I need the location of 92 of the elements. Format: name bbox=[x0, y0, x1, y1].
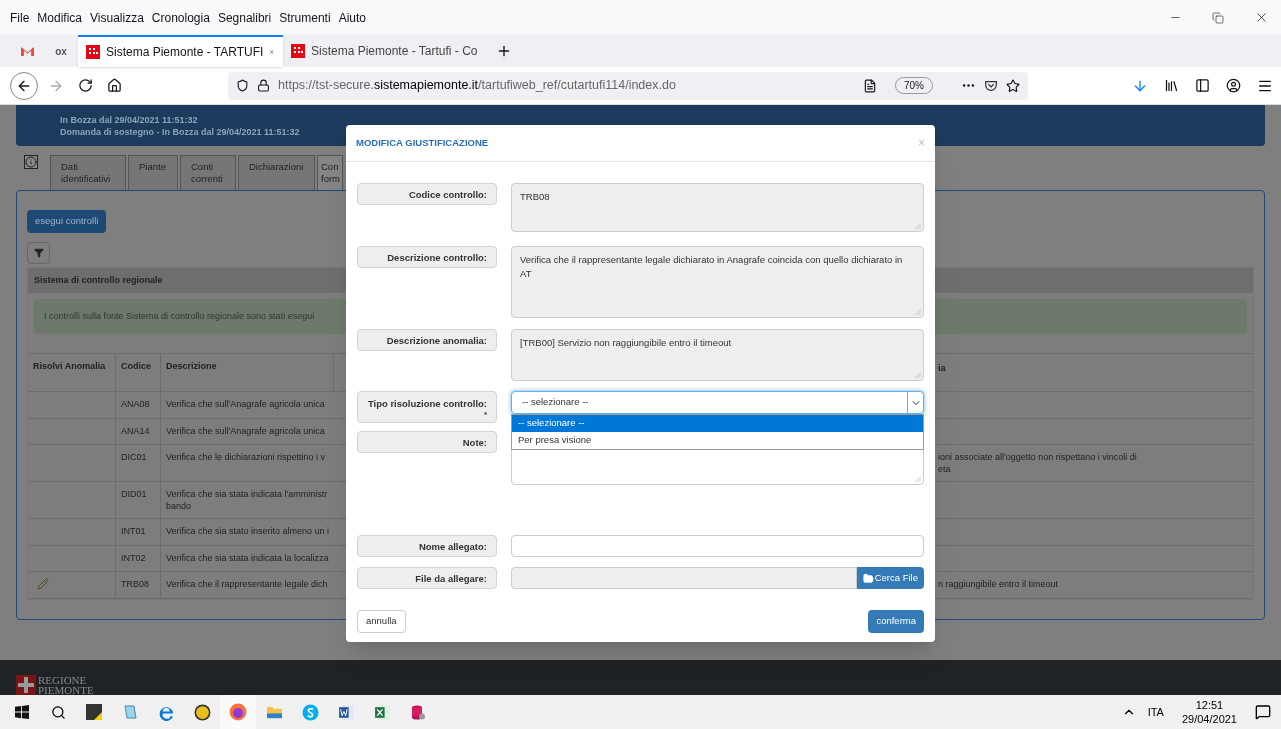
status-text: Domanda di sostegno - In Bozza dal 29/04/2021 11:51:32 bbox=[60, 125, 301, 138]
tab-logo-icon bbox=[291, 44, 305, 58]
table-cell: INT02 bbox=[116, 545, 161, 572]
confirm-button[interactable]: conferma bbox=[868, 610, 924, 633]
logo-text: REGIONE bbox=[38, 675, 88, 685]
mail-logo-icon[interactable] bbox=[19, 45, 35, 57]
dropdown-option[interactable]: -- selezionare -- bbox=[512, 415, 923, 432]
column-header: Risolvi Anomalia bbox=[28, 354, 116, 392]
language-indicator[interactable]: ITA bbox=[1147, 703, 1164, 721]
field-label: Codice controllo: bbox=[357, 183, 497, 205]
reload-icon[interactable] bbox=[78, 78, 93, 93]
spreadsheet-x-icon[interactable] bbox=[373, 703, 391, 721]
sticky-note-icon[interactable] bbox=[86, 704, 102, 720]
notepad-icon[interactable] bbox=[122, 704, 138, 720]
menu-item[interactable]: Aiuto bbox=[338, 8, 366, 27]
tab-logo-icon bbox=[86, 45, 100, 59]
fox-globe-icon bbox=[229, 703, 247, 721]
required-mark: * bbox=[482, 409, 487, 420]
browser-tab[interactable]: Sistema Piemonte - Tartufi - Co bbox=[283, 35, 488, 67]
page-tab[interactable]: Dichiarazioni bbox=[238, 155, 315, 190]
menu-item[interactable]: Cronologia bbox=[151, 8, 210, 27]
status-text: In Bozza dal 29/04/2021 11:51:32 bbox=[60, 113, 199, 126]
database-icon[interactable] bbox=[410, 703, 426, 721]
lock-icon[interactable] bbox=[257, 79, 270, 92]
table-cell: Verifica che sull'Anagrafe agricola unica bbox=[161, 392, 335, 419]
table-cell: TRB08 bbox=[116, 572, 161, 599]
sidebar-icon[interactable] bbox=[1195, 78, 1210, 93]
table-cell: Verifica che sia stata indicata la localizza bbox=[161, 545, 335, 572]
column-header: Descrizione bbox=[161, 354, 335, 392]
text-area: Verifica che il rappresentante legale dichiarato in Anagrafe coincida con quello dichiarato in AT bbox=[511, 246, 924, 318]
table-cell: ANA08 bbox=[116, 392, 161, 419]
region-logo-icon bbox=[16, 675, 36, 695]
text-area: TRB08 bbox=[511, 183, 924, 232]
new-tab-icon[interactable] bbox=[496, 43, 512, 59]
folder-icon[interactable] bbox=[265, 704, 283, 720]
taskbar-button[interactable] bbox=[220, 695, 256, 729]
input-field[interactable] bbox=[511, 535, 924, 557]
shield-icon[interactable] bbox=[236, 79, 249, 92]
clock-time: 12:51 bbox=[1195, 698, 1224, 712]
page-tab[interactable]: Con form bbox=[317, 155, 343, 190]
table-cell: Verifica che sull'Anagrafe agricola unica bbox=[161, 418, 335, 445]
document-w-icon[interactable] bbox=[337, 703, 355, 721]
dialog-title: MODIFICA GIUSTIFICAZIONE bbox=[356, 135, 489, 150]
browser-tab[interactable]: Sistema Piemonte - TARTUFI bbox=[78, 35, 283, 67]
menu-item[interactable]: Strumenti bbox=[279, 8, 331, 27]
menu-item[interactable]: Visualizza bbox=[90, 8, 144, 27]
logo-text: PIEMONTE bbox=[38, 685, 94, 695]
field-label: Descrizione anomalia: bbox=[357, 329, 497, 351]
field-label: Nome allegato: bbox=[357, 535, 497, 557]
menu-item[interactable]: Segnalibri bbox=[217, 8, 272, 27]
search-icon[interactable] bbox=[50, 704, 66, 720]
page-tab[interactable]: Dati identificativi bbox=[50, 155, 126, 190]
address-bar[interactable]: https://tst-secure.sistemapiemonte.it/tartufiweb_ref/cutartufi114/index.do 70% bbox=[228, 71, 1028, 100]
menu-item[interactable]: File bbox=[10, 8, 30, 27]
field-label: Descrizione controllo: bbox=[357, 246, 497, 268]
cancel-button[interactable]: annulla bbox=[357, 610, 406, 633]
filter-icon bbox=[33, 248, 44, 258]
field-label: Note: bbox=[357, 431, 497, 453]
column-header: Codice bbox=[116, 354, 161, 392]
select-field[interactable]: -- selezionare -- bbox=[511, 391, 924, 414]
filter-button[interactable] bbox=[27, 242, 50, 264]
pocket-icon[interactable] bbox=[984, 78, 998, 93]
library-icon[interactable] bbox=[1164, 78, 1179, 93]
field-label: File da allegare: bbox=[357, 567, 497, 589]
reader-view-icon[interactable] bbox=[863, 78, 877, 93]
close-icon[interactable] bbox=[1254, 10, 1269, 25]
account-icon[interactable] bbox=[1226, 78, 1241, 93]
table-cell: ioni associate all'oggetto non rispettano i vincoli di eta bbox=[938, 452, 1137, 474]
notification-icon[interactable] bbox=[1255, 704, 1271, 720]
table-cell: INT01 bbox=[116, 519, 161, 546]
page-tab[interactable]: Conti correnti bbox=[180, 155, 236, 190]
info-icon[interactable] bbox=[24, 155, 38, 169]
table-cell: Verifica che sia stata indicata l'amministr bando bbox=[161, 482, 335, 519]
folder-icon bbox=[862, 572, 874, 584]
pinned-tab[interactable]: ox bbox=[55, 43, 67, 59]
run-checks-button[interactable]: esegui controlli bbox=[27, 210, 107, 233]
text-area: [TRB00] Servizio non raggiungibile entro il timeout bbox=[511, 329, 924, 381]
table-cell: ANA14 bbox=[116, 418, 161, 445]
circle-badge-icon[interactable] bbox=[193, 703, 211, 721]
page-tab[interactable]: Piante bbox=[128, 155, 178, 190]
table-cell: DID01 bbox=[116, 482, 161, 519]
windows-logo-icon[interactable] bbox=[15, 705, 29, 719]
star-icon[interactable] bbox=[1006, 78, 1020, 93]
restore-icon[interactable] bbox=[1212, 11, 1224, 24]
clock-date: 29/04/2021 bbox=[1181, 712, 1237, 726]
tab-title: Sistema Piemonte - TARTUFI bbox=[106, 44, 264, 61]
table-cell: DIC01 bbox=[116, 445, 161, 482]
field-label: Tipo risoluzione controllo: * bbox=[357, 391, 497, 423]
url-text: https://tst-secure.sistemapiemonte.it/tartufiweb_ref/cutartufi114/index.do bbox=[278, 77, 676, 95]
home-icon[interactable] bbox=[107, 78, 122, 93]
menu-item[interactable]: Modifica bbox=[37, 8, 83, 27]
tab-title: Sistema Piemonte - Tartufi - Co bbox=[311, 43, 478, 60]
